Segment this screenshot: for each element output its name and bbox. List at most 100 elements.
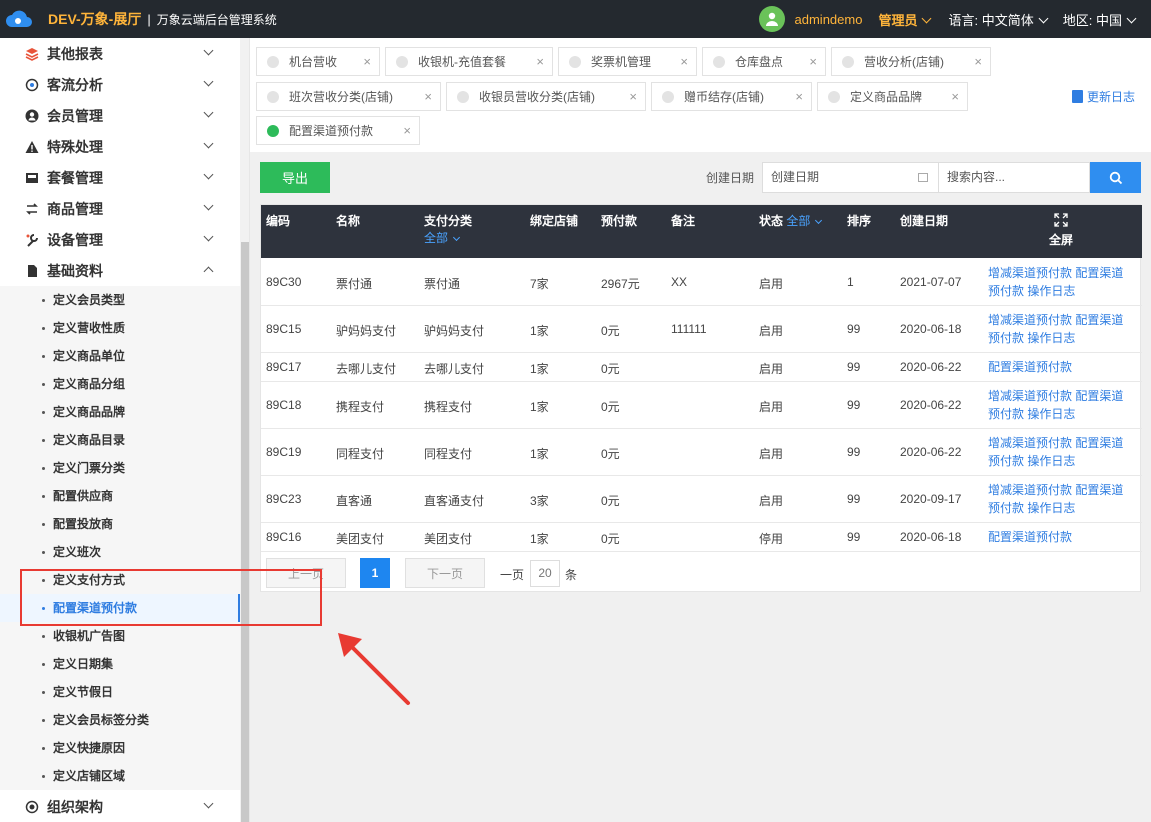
table-row[interactable]: 89C19 同程支付 同程支付 1家 0元 启用 99 2020-06-22 增…	[261, 429, 1142, 476]
action-link[interactable]: 预付款 操作日志	[988, 452, 1138, 470]
tab-warehouse-check[interactable]: 仓库盘点 ×	[702, 47, 826, 76]
close-icon[interactable]: ×	[424, 89, 432, 104]
tab-machine-revenue[interactable]: 机台营收 ×	[256, 47, 380, 76]
status-filter[interactable]: 全部	[786, 214, 823, 228]
action-link[interactable]: 增减渠道预付款 配置渠道	[988, 264, 1138, 282]
submenu-item[interactable]: 定义营收性质	[0, 314, 240, 342]
current-page[interactable]: 1	[360, 558, 390, 588]
sidebar-scrollbar-thumb[interactable]	[241, 242, 249, 822]
sidebar-item-basic-data[interactable]: 基础资料	[0, 255, 240, 286]
close-icon[interactable]: ×	[974, 54, 982, 69]
close-icon[interactable]: ×	[809, 54, 817, 69]
col-created[interactable]: 创建日期	[900, 212, 948, 229]
sidebar-item-org[interactable]: 组织架构	[0, 791, 240, 822]
table-row[interactable]: 89C30 票付通 票付通 7家 2967元 XX 启用 1 2021-07-0…	[261, 258, 1142, 306]
col-prepay[interactable]: 预付款	[601, 212, 637, 229]
col-stores[interactable]: 绑定店铺	[530, 212, 578, 229]
close-icon[interactable]: ×	[629, 89, 637, 104]
search-button[interactable]	[1090, 162, 1141, 193]
col-name[interactable]: 名称	[336, 212, 360, 229]
close-icon[interactable]: ×	[795, 89, 803, 104]
sidebar-item-devices[interactable]: 设备管理	[0, 224, 240, 255]
sidebar-item-label: 客流分析	[47, 76, 103, 93]
submenu-item[interactable]: 定义会员类型	[0, 286, 240, 314]
submenu-item-label: 定义快捷原因	[53, 741, 126, 755]
close-icon[interactable]: ×	[403, 123, 411, 138]
col-sort[interactable]: 排序	[847, 212, 871, 229]
action-link[interactable]: 增减渠道预付款 配置渠道	[988, 387, 1138, 405]
tab-gift-coin[interactable]: 赠币结存(店铺) ×	[651, 82, 812, 111]
table-row[interactable]: 89C16 美团支付 美团支付 1家 0元 停用 99 2020-06-18 配…	[261, 523, 1142, 552]
search-input[interactable]: 搜索内容...	[939, 162, 1090, 193]
close-icon[interactable]: ×	[536, 54, 544, 69]
tab-ticket-machine[interactable]: 奖票机管理 ×	[558, 47, 697, 76]
submenu-item[interactable]: 配置供应商	[0, 482, 240, 510]
action-link[interactable]: 预付款 操作日志	[988, 499, 1138, 517]
export-button[interactable]: 导出	[260, 162, 330, 193]
submenu-item[interactable]: 定义节假日	[0, 678, 240, 706]
per-page-input[interactable]: 20	[530, 560, 560, 587]
region-dropdown[interactable]: 地区: 中国	[1063, 10, 1137, 29]
sidebar-item-members[interactable]: 会员管理	[0, 100, 240, 131]
avatar[interactable]	[758, 6, 785, 32]
submenu-item[interactable]: 定义店铺区域	[0, 762, 240, 790]
highlight-box	[20, 569, 322, 626]
submenu-item[interactable]: 定义商品单位	[0, 342, 240, 370]
table-row[interactable]: 89C23 直客通 直客通支付 3家 0元 启用 99 2020-09-17 增…	[261, 476, 1142, 523]
submenu-item[interactable]: 定义日期集	[0, 650, 240, 678]
tab-channel-prepay[interactable]: 配置渠道预付款 ×	[256, 116, 420, 145]
submenu-item[interactable]: 定义会员标签分类	[0, 706, 240, 734]
submenu-item[interactable]: 定义门票分类	[0, 454, 240, 482]
table-row[interactable]: 89C18 携程支付 携程支付 1家 0元 启用 99 2020-06-22 增…	[261, 382, 1142, 429]
submenu-item[interactable]: 定义商品目录	[0, 426, 240, 454]
action-link[interactable]: 预付款 操作日志	[988, 282, 1138, 300]
date-input[interactable]: 创建日期	[762, 162, 939, 193]
row-actions: 增减渠道预付款 配置渠道 预付款 操作日志	[988, 264, 1138, 300]
filter-value: 全部	[786, 214, 811, 228]
chevron-down-icon	[203, 231, 214, 242]
action-link[interactable]: 增减渠道预付款 配置渠道	[988, 481, 1138, 499]
action-link[interactable]: 配置渠道预付款	[988, 528, 1138, 546]
action-link[interactable]: 配置渠道预付款	[988, 358, 1138, 376]
language-dropdown[interactable]: 语言: 中文简体	[948, 10, 1049, 29]
table-row[interactable]: 89C17 去哪儿支付 去哪儿支付 1家 0元 启用 99 2020-06-22…	[261, 353, 1142, 382]
sidebar-item-traffic-analysis[interactable]: 客流分析	[0, 69, 240, 100]
sidebar-item-packages[interactable]: 套餐管理	[0, 162, 240, 193]
user-icon	[24, 108, 40, 124]
action-link[interactable]: 预付款 操作日志	[988, 405, 1138, 423]
submenu-item[interactable]: 定义班次	[0, 538, 240, 566]
sidebar-item-other-reports[interactable]: 其他报表	[0, 38, 240, 69]
col-code[interactable]: 编码	[266, 212, 290, 229]
action-link[interactable]: 预付款 操作日志	[988, 329, 1138, 347]
table-header: 编码 名称 支付分类 全部 绑定店铺 预付款 备注 状态 全部 排序 创建日期 全…	[261, 205, 1142, 258]
table-row[interactable]: 89C15 驴妈妈支付 驴妈妈支付 1家 0元 111111 启用 99 202…	[261, 306, 1142, 353]
role-dropdown[interactable]: 管理员	[878, 10, 932, 29]
sidebar-item-goods[interactable]: 商品管理	[0, 193, 240, 224]
close-icon[interactable]: ×	[951, 89, 959, 104]
submenu-item[interactable]: 定义商品品牌	[0, 398, 240, 426]
submenu-item[interactable]: 配置投放商	[0, 510, 240, 538]
pay-type-filter[interactable]: 全部	[424, 231, 461, 245]
sidebar-item-special[interactable]: 特殊处理	[0, 131, 240, 162]
chevron-down-icon	[1038, 13, 1049, 23]
tab-cashier-recharge[interactable]: 收银机-充值套餐 ×	[385, 47, 553, 76]
cell-stores: 7家	[530, 277, 549, 291]
col-remark[interactable]: 备注	[671, 212, 695, 229]
tab-shift-revenue[interactable]: 班次营收分类(店铺) ×	[256, 82, 441, 111]
close-icon[interactable]: ×	[363, 54, 371, 69]
close-icon[interactable]: ×	[680, 54, 688, 69]
username[interactable]: admindemo	[795, 12, 863, 27]
action-link[interactable]: 增减渠道预付款 配置渠道	[988, 434, 1138, 452]
tab-cashier-revenue[interactable]: 收银员营收分类(店铺) ×	[446, 82, 646, 111]
tab-goods-brand[interactable]: 定义商品品牌 ×	[817, 82, 968, 111]
submenu-item[interactable]: 定义快捷原因	[0, 734, 240, 762]
action-link[interactable]: 增减渠道预付款 配置渠道	[988, 311, 1138, 329]
tab-dot-icon	[267, 90, 279, 103]
update-log-link[interactable]: 更新日志	[1071, 88, 1135, 105]
submenu-item[interactable]: 收银机广告图	[0, 622, 240, 650]
submenu-item[interactable]: 定义商品分组	[0, 370, 240, 398]
fullscreen-button[interactable]: 全屏	[1049, 212, 1073, 248]
tab-revenue-analysis[interactable]: 营收分析(店铺) ×	[831, 47, 991, 76]
next-page-button[interactable]: 下一页	[405, 558, 485, 588]
tab-label: 收银机-充值套餐	[418, 55, 506, 69]
